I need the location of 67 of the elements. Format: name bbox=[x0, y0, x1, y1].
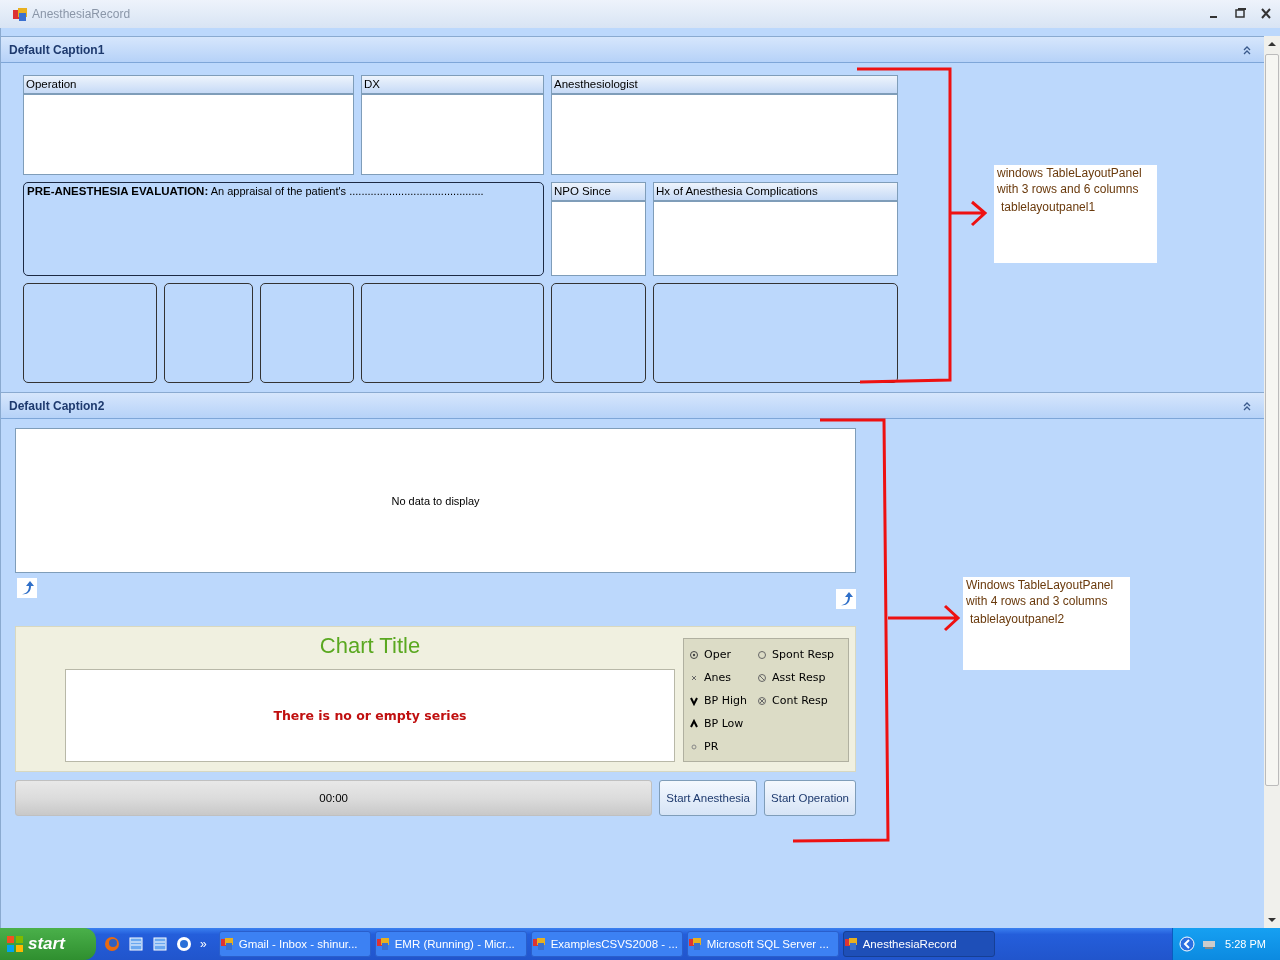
section-caption: Default Caption1 bbox=[9, 42, 106, 57]
app-icon bbox=[531, 937, 546, 951]
collapse-icon[interactable] bbox=[1242, 400, 1252, 411]
expand-tray-icon[interactable] bbox=[1179, 936, 1196, 952]
app-icon bbox=[219, 937, 234, 951]
field-label: DX bbox=[362, 76, 543, 95]
taskbar-button[interactable]: EMR (Running) - Micr... bbox=[374, 931, 527, 957]
arrow bbox=[948, 200, 988, 227]
restore-icon[interactable] bbox=[1232, 7, 1248, 21]
start-button[interactable]: Start Operation bbox=[764, 780, 856, 816]
empty-grid-message: No data to display bbox=[391, 494, 480, 507]
legend-label: Cont Resp bbox=[772, 694, 828, 707]
taskbar-button[interactable]: Gmail - Inbox - shinur... bbox=[218, 931, 371, 957]
window-title: AnesthesiaRecord bbox=[32, 7, 132, 21]
legend-label: Anes bbox=[704, 671, 731, 684]
app-icon bbox=[375, 937, 390, 951]
app-icon bbox=[843, 937, 858, 951]
scroll-thumb[interactable] bbox=[1265, 54, 1279, 786]
chart-title: Chart Title bbox=[318, 632, 422, 660]
legend-marker-icon bbox=[689, 649, 699, 660]
annotation-text: Windows TableLayoutPanel bbox=[966, 577, 1114, 593]
app-icon bbox=[687, 937, 702, 951]
legend-label: Spont Resp bbox=[772, 648, 835, 661]
annotation-text: tablelayoutpanel2 bbox=[970, 611, 1065, 627]
text-field[interactable]: Operation bbox=[23, 75, 354, 175]
window-stack-icon[interactable] bbox=[128, 936, 144, 952]
evaluation-text: PRE-ANESTHESIA EVALUATION: An appraisal of the patient's ............................................ bbox=[23, 182, 544, 276]
legend-marker-icon bbox=[689, 718, 699, 729]
text-field[interactable]: NPO Since bbox=[551, 182, 646, 276]
field-label: Hx of Anesthesia Complications bbox=[654, 183, 897, 202]
legend-label: BP High bbox=[704, 694, 747, 707]
timer-text: 00:00 bbox=[319, 792, 348, 804]
legend-marker-icon bbox=[757, 672, 767, 683]
windows-logo-icon bbox=[6, 935, 24, 953]
window-stack-icon[interactable] bbox=[152, 936, 168, 952]
start-button[interactable]: Start Anesthesia bbox=[659, 780, 757, 816]
legend-label: Asst Resp bbox=[772, 671, 826, 684]
app-icon bbox=[12, 7, 28, 21]
vertical-scrollbar[interactable] bbox=[1264, 36, 1280, 928]
text-field[interactable]: DX bbox=[361, 75, 544, 175]
legend-marker-icon bbox=[757, 649, 767, 660]
section-caption: Default Caption2 bbox=[9, 398, 106, 413]
browser-icon[interactable] bbox=[176, 936, 192, 952]
annotation-text: with 4 rows and 3 columns bbox=[966, 593, 1108, 609]
legend-label: BP Low bbox=[704, 717, 744, 730]
section-header[interactable]: Default Caption1 bbox=[1, 36, 1264, 63]
field-label: Operation bbox=[24, 76, 353, 95]
annotation-text: tablelayoutpanel1 bbox=[1001, 199, 1096, 215]
legend-marker-icon bbox=[689, 741, 699, 752]
section-header[interactable]: Default Caption2 bbox=[1, 392, 1264, 419]
taskbar-button[interactable]: Microsoft SQL Server ... bbox=[686, 931, 839, 957]
taskbar-button[interactable]: AnesthesiaRecord bbox=[842, 931, 995, 957]
text-field[interactable]: Anesthesiologist bbox=[551, 75, 898, 175]
field-label: NPO Since bbox=[552, 183, 645, 202]
legend-label: Oper bbox=[704, 648, 731, 661]
close-icon[interactable] bbox=[1258, 7, 1274, 21]
taskbar-button[interactable]: ExamplesCSVS2008 - ... bbox=[530, 931, 683, 957]
field-label: Anesthesiologist bbox=[552, 76, 897, 95]
annotation-text: with 3 rows and 6 columns bbox=[997, 181, 1139, 197]
legend-marker-icon bbox=[689, 695, 699, 706]
overflow-chevron[interactable]: » bbox=[200, 937, 207, 951]
annotation-text: windows TableLayoutPanel bbox=[997, 165, 1142, 181]
legend-marker-icon bbox=[757, 695, 767, 706]
legend-label: PR bbox=[704, 740, 719, 753]
text-field[interactable]: Hx of Anesthesia Complications bbox=[653, 182, 898, 276]
collapse-icon[interactable] bbox=[1242, 44, 1252, 55]
empty-series-message: There is no or empty series bbox=[273, 708, 467, 723]
